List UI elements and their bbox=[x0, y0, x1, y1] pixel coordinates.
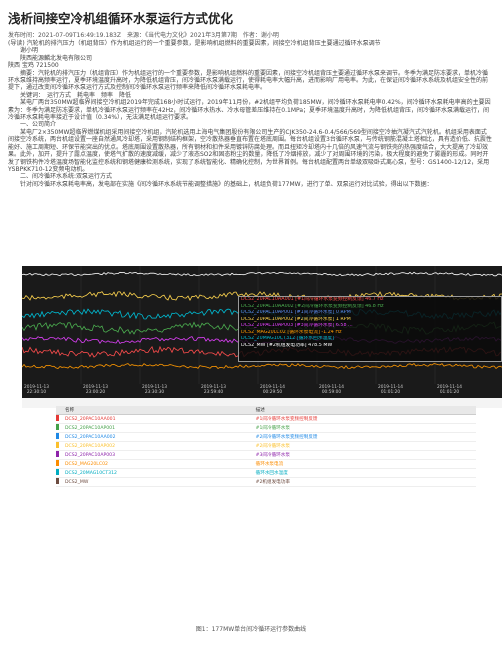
paragraph: 二、间冷循环水系统:双泵运行方式 bbox=[20, 173, 113, 181]
table-row: DCS2_20PAC10AP002 #2间冷循环水泵 bbox=[56, 441, 476, 451]
trend-series-line bbox=[22, 362, 502, 370]
paragraph: 某电厂2×350MW超临界燃煤机组采用间接空冷机组，汽轮机选用上海电气集团股份有… bbox=[8, 128, 492, 173]
time-tick: 2019-11-13 23:30:30 bbox=[142, 385, 167, 395]
row-name: DCS2_MW bbox=[62, 477, 253, 487]
row-desc: 循环水泵电流 bbox=[252, 459, 476, 469]
row-name: DCS2_20MAG10CT312 bbox=[62, 468, 253, 478]
paragraph: 陕西能源麟北发电有限公司 bbox=[8, 54, 93, 62]
row-name: DCS2_20PAC10AA001 bbox=[62, 414, 253, 424]
table-row: DCS2_20PAC10AA002 #2间冷循环水泵变频控制反馈 bbox=[56, 432, 476, 442]
paragraph: 谢小明 bbox=[8, 47, 39, 55]
row-name: DCS2_20PAC10AA002 bbox=[62, 432, 253, 442]
table-row: DCS2_20MAG10CT312 循环水回水温度 bbox=[56, 468, 476, 478]
time-tick: 2019-11-14 00:29:50 bbox=[260, 385, 285, 395]
trend-series-line bbox=[22, 271, 502, 277]
time-tick: 2019-11-13 23:59:40 bbox=[201, 385, 226, 395]
time-tick: 2019-11-14 01:01:20 bbox=[437, 385, 462, 395]
row-desc: #2间冷循环水泵变频控制反馈 bbox=[252, 432, 476, 442]
row-name: DCS2_20PAC10AP003 bbox=[62, 450, 253, 460]
table-row: DCS2_20PAC10AA001 #1间冷循环水泵变频控制反馈 bbox=[56, 414, 476, 424]
article-meta: 发布时间：2021-07-09T16:49:19.183Z 来源：《当代电力文化… bbox=[8, 32, 279, 39]
paragraph: 某电厂两台350MW超临界间接空冷机组2019年完成168小时试运行，2019年… bbox=[8, 99, 491, 122]
tick-time: 23:30:30 bbox=[144, 390, 165, 395]
table-row: DCS2_20PAC10AP003 #3间冷循环水泵 bbox=[56, 450, 476, 460]
row-desc: #2机组发电功率 bbox=[252, 477, 476, 487]
time-axis: 2019-11-13 22:30:10 2019-11-13 23:00:20 2019… bbox=[22, 384, 502, 398]
time-tick: 2019-11-14 00:59:00 bbox=[319, 385, 344, 395]
row-name: DCS2_MAG20LC02 bbox=[62, 459, 253, 469]
tag-table: 名称 描述 DCS2_20PAC10AA001 #1间冷循环水泵变频控制反馈 DCS… bbox=[56, 406, 476, 487]
table-header-name: 名称 bbox=[62, 406, 253, 415]
row-name: DCS2_20PAC10AP001 bbox=[62, 423, 253, 433]
time-tick: 2019-11-13 23:00:20 bbox=[83, 385, 108, 395]
row-desc: 循环水回水温度 bbox=[252, 468, 476, 478]
paragraph: 一、公司简介 bbox=[20, 121, 57, 129]
tick-time: 00:29:50 bbox=[262, 390, 283, 395]
tick-time: 23:00:20 bbox=[85, 390, 106, 395]
time-tick: 2019-11-14 01:01:20 bbox=[378, 385, 403, 395]
paragraph: (导读) 汽轮机的排汽压力（机组背压）作为机组运行的一个重要参数，是影响机组燃料… bbox=[8, 40, 381, 47]
time-tick: 2019-11-13 22:30:10 bbox=[24, 385, 49, 395]
table-header-desc: 描述 bbox=[252, 406, 476, 415]
tick-time: 23:59:40 bbox=[203, 390, 224, 395]
table-row: DCS2_20PAC10AP001 #1间冷循环水泵 bbox=[56, 423, 476, 433]
tick-time: 01:01:20 bbox=[380, 390, 401, 395]
figure-caption: 图1：177MW单台间冷循环运行参数曲线 bbox=[195, 626, 307, 633]
table-row: DCS2_MAG20LC02 循环水泵电流 bbox=[56, 459, 476, 469]
row-desc: #1间冷循环水泵 bbox=[252, 423, 476, 433]
row-desc: #1间冷循环水泵变频控制反馈 bbox=[252, 414, 476, 424]
paragraph: 针对间冷循环水泵耗电率高，发电部在实施《间冷循环水系统节能调整措施》的基础上，机… bbox=[20, 180, 433, 188]
legend-entry: DCS2_MW [#2机组发电功率] 478.5 MW bbox=[241, 342, 333, 348]
article-page: 浅析间接空冷机组循环水泵运行方式优化 发布时间：2021-07-09T16:49… bbox=[0, 0, 502, 649]
paragraph: 陕西 宝鸡 721500 bbox=[8, 62, 59, 70]
row-name: DCS2_20PAC10AP002 bbox=[62, 441, 253, 451]
trend-legend: DCS2_20PAC10AA001 [#1间冷循环水泵变频控制反馈] 46.7 … bbox=[238, 296, 502, 362]
article-title: 浅析间接空冷机组循环水泵运行方式优化 bbox=[8, 11, 234, 26]
row-desc: #3间冷循环水泵 bbox=[252, 450, 476, 460]
tick-time: 22:30:10 bbox=[26, 390, 47, 395]
article-body: (导读) 汽轮机的排汽压力（机组背压）作为机组运行的一个重要参数，是影响机组燃料… bbox=[8, 40, 492, 188]
row-desc: #2间冷循环水泵 bbox=[252, 441, 476, 451]
tick-time: 00:59:00 bbox=[321, 390, 342, 395]
tick-time: 01:01:20 bbox=[439, 390, 460, 395]
table-row: DCS2_MW #2机组发电功率 bbox=[56, 477, 476, 487]
paragraph: 摘要：汽轮机的排汽压力（机组背压）作为机组运行的一个重要参数，是影响机组燃料的重… bbox=[8, 69, 489, 92]
